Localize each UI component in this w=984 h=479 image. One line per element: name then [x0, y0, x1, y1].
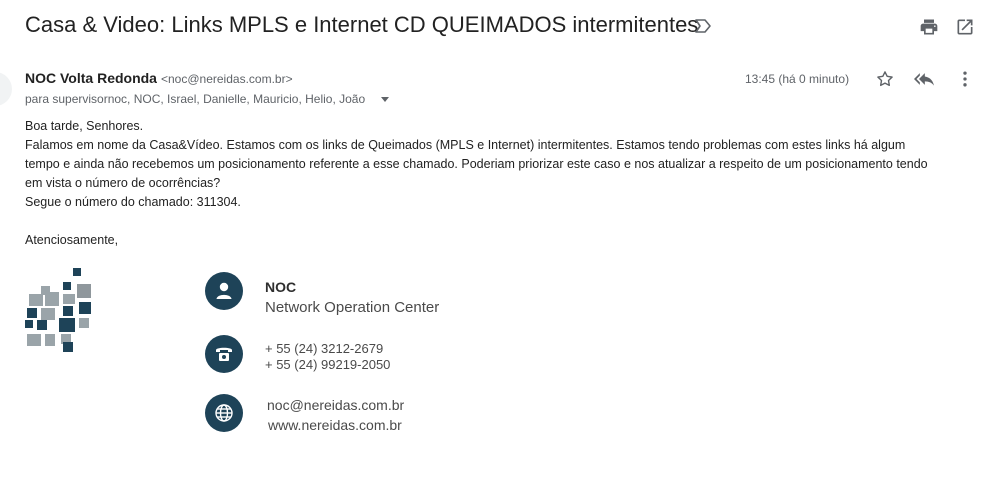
- signature-title: NOC: [265, 279, 297, 295]
- more-vert-icon[interactable]: [955, 69, 975, 89]
- show-details-chevron-icon[interactable]: [381, 97, 389, 102]
- telephone-icon: [205, 335, 243, 373]
- sender-avatar: [0, 72, 12, 106]
- reply-all-icon[interactable]: [914, 69, 934, 89]
- signature-phone-1: + 55 (24) 3212-2679: [265, 341, 384, 356]
- signature-subtitle: Network Operation Center: [265, 299, 440, 316]
- label-important-icon[interactable]: [694, 18, 712, 34]
- company-logo: [25, 268, 95, 354]
- signature-phone-2: + 55 (24) 99219-2050: [265, 357, 391, 372]
- globe-icon: [205, 394, 243, 432]
- sender-name[interactable]: NOC Volta Redonda: [25, 70, 157, 86]
- body-line: em vista o número de ocorrências?: [25, 176, 221, 190]
- body-greeting: Boa tarde, Senhores.: [25, 119, 144, 133]
- open-in-new-window-icon[interactable]: [955, 17, 975, 37]
- body-line: Falamos em nome da Casa&Vídeo. Estamos c…: [25, 138, 906, 152]
- print-icon[interactable]: [919, 17, 939, 37]
- person-icon: [205, 272, 243, 310]
- recipients-list: para supervisornoc, NOC, Israel, Daniell…: [25, 92, 366, 106]
- star-icon[interactable]: [875, 69, 895, 89]
- signature-email-link[interactable]: noc@nereidas.com.br: [267, 397, 404, 413]
- signature-website-link[interactable]: www.nereidas.com.br: [268, 417, 402, 433]
- sender-email: <noc@nereidas.com.br>: [161, 72, 293, 86]
- body-ticket-number: Segue o número do chamado: 311304.: [25, 195, 241, 209]
- body-line: tempo e ainda não recebemos um posiciona…: [25, 157, 928, 171]
- email-subject: Casa & Video: Links MPLS e Internet CD Q…: [25, 12, 699, 37]
- body-closing: Atenciosamente,: [25, 233, 119, 247]
- message-timestamp: 13:45 (há 0 minuto): [745, 72, 850, 86]
